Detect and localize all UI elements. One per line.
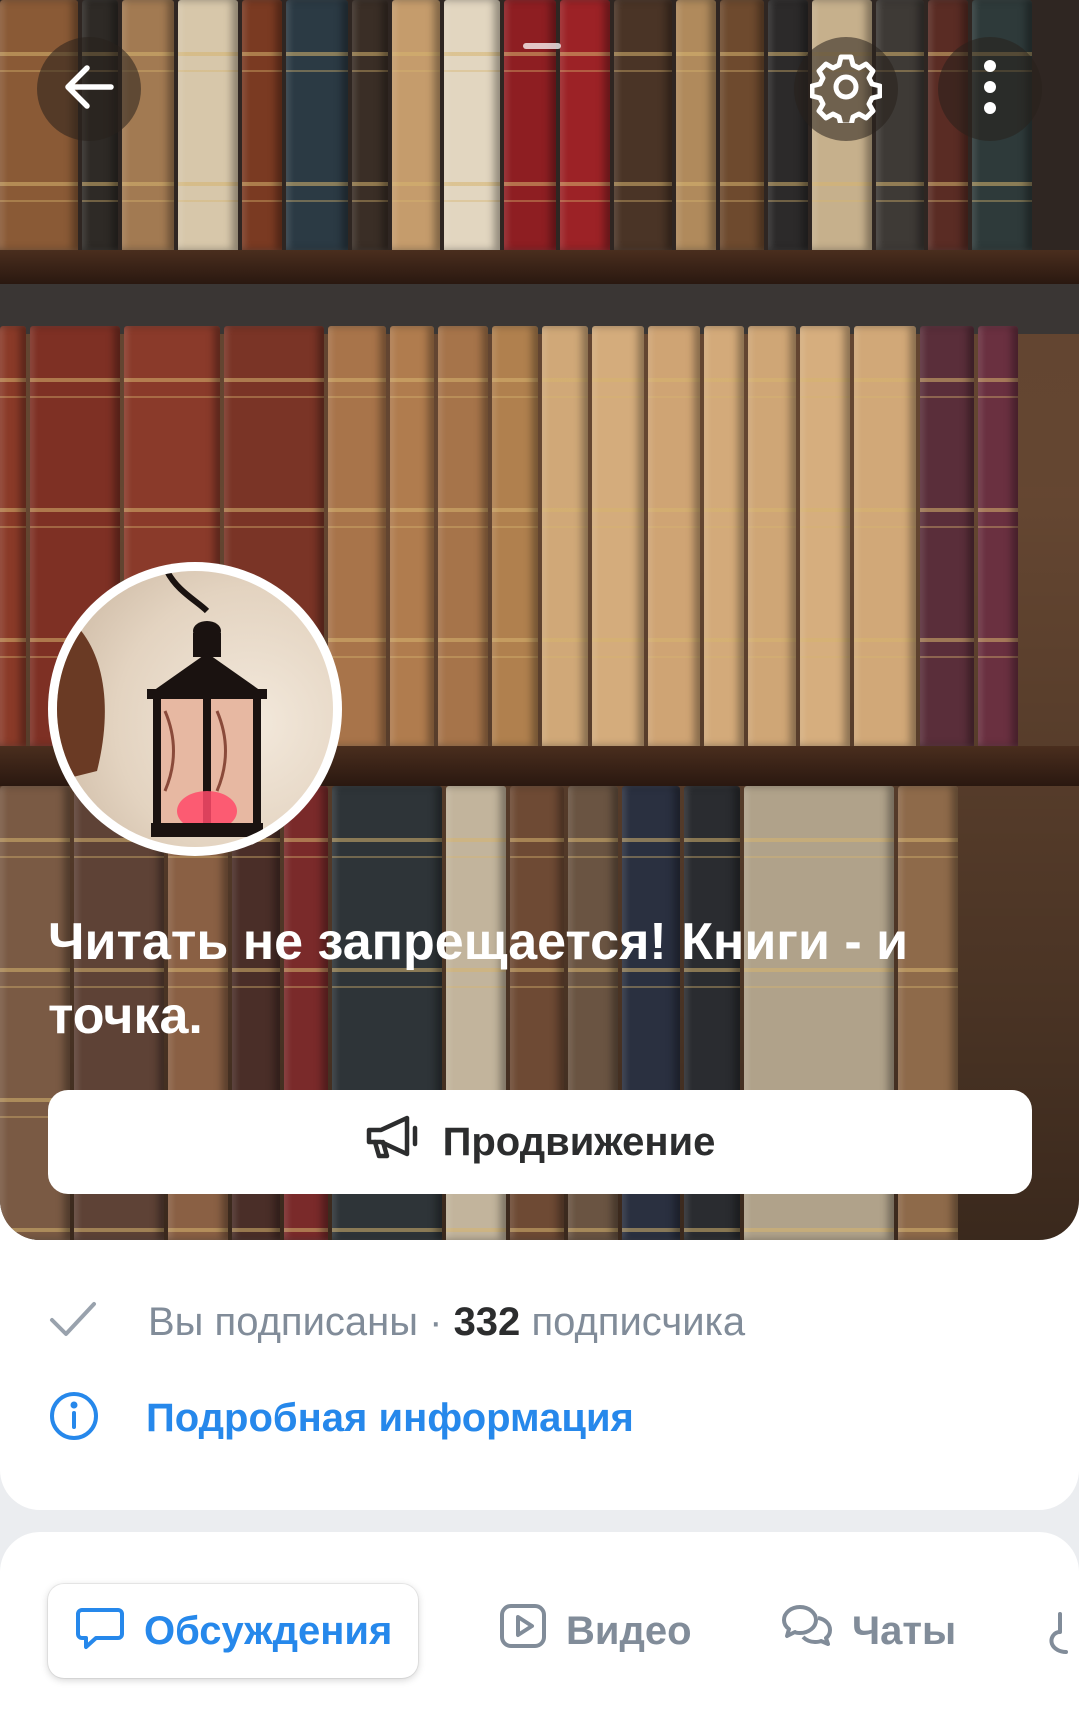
arrow-left-icon <box>61 62 117 117</box>
details-label: Подробная информация <box>146 1396 634 1440</box>
avatar[interactable] <box>48 562 342 856</box>
drag-handle[interactable] <box>523 43 561 49</box>
gear-icon <box>809 51 883 128</box>
settings-button[interactable] <box>794 37 898 141</box>
tab-label: Видео <box>566 1608 692 1653</box>
group-title: Читать не запрещается! Книги - и точка. <box>48 913 909 1045</box>
subscription-status: Вы подписаны · 332 подписчика <box>148 1300 745 1345</box>
subscription-row: Вы подписаны · 332 подписчика <box>48 1300 745 1345</box>
tab-video[interactable]: Видео <box>498 1584 692 1678</box>
cover-image: Читать не запрещается! Книги - и точка. … <box>0 0 1079 1240</box>
details-link[interactable]: Подробная информация <box>48 1390 634 1447</box>
lantern-image <box>57 571 333 847</box>
check-icon <box>48 1300 98 1345</box>
info-card: Вы подписаны · 332 подписчика Подробная … <box>0 1200 1079 1510</box>
tab-chats[interactable]: Чаты <box>780 1584 956 1678</box>
tab-more-icon[interactable] <box>1046 1606 1079 1661</box>
tab-label: Обсуждения <box>144 1608 393 1653</box>
chats-icon <box>780 1601 834 1661</box>
video-play-icon <box>498 1601 548 1661</box>
tab-discussions[interactable]: Обсуждения <box>48 1584 419 1678</box>
more-vertical-icon <box>980 57 1000 122</box>
tab-label: Чаты <box>852 1608 957 1653</box>
subscriber-count: 332 <box>453 1300 521 1344</box>
more-button[interactable] <box>938 37 1042 141</box>
info-icon <box>48 1390 100 1447</box>
subscribed-text: Вы подписаны · <box>148 1300 443 1344</box>
subscriber-word: подписчика <box>531 1300 746 1344</box>
promotion-button[interactable]: Продвижение <box>48 1090 1032 1194</box>
group-page: Обсуждения Видео Чаты Вы подписаны · 332… <box>0 0 1079 1733</box>
promotion-label: Продвижение <box>442 1119 716 1164</box>
message-icon <box>74 1600 126 1662</box>
back-button[interactable] <box>37 37 141 141</box>
megaphone-icon <box>365 1114 421 1170</box>
tabs-bar: Обсуждения Видео Чаты <box>0 1532 1079 1733</box>
